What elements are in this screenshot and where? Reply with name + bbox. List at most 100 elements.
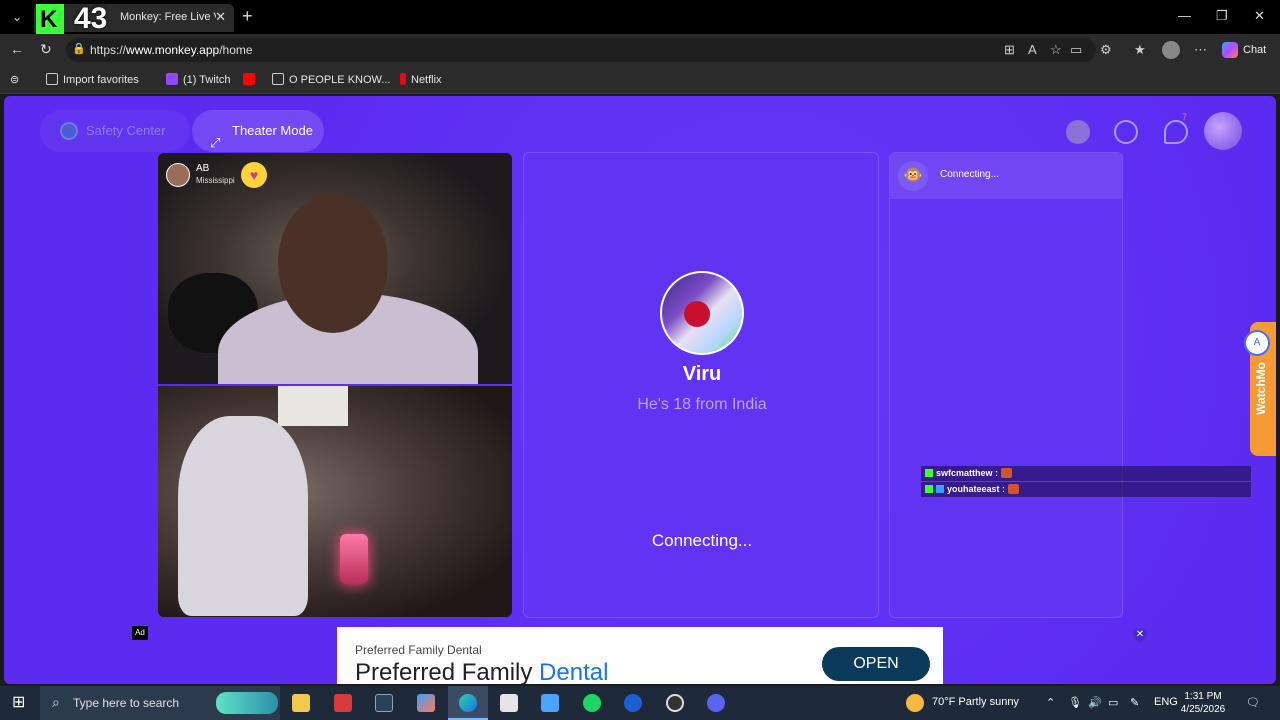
self-video-feed [158, 386, 512, 617]
notifications-icon[interactable]: 🗨 [1246, 696, 1260, 709]
weather-text[interactable]: 70°F Partly sunny [932, 696, 1019, 708]
favorite-youtube[interactable] [243, 73, 260, 86]
file-explorer-icon[interactable] [292, 694, 310, 712]
weather-icon[interactable] [906, 694, 924, 712]
speaker-icon[interactable]: 🔊 [1088, 696, 1102, 709]
steam-icon[interactable] [375, 694, 393, 712]
match-subtitle: He's 18 from India [637, 396, 767, 413]
network-icon[interactable]: ▭ [1108, 696, 1118, 709]
avatar [166, 163, 190, 187]
favorite-import[interactable]: Import favorites [46, 73, 139, 86]
safety-center-button[interactable]: Safety Center [40, 110, 190, 152]
window-light [278, 386, 348, 426]
ad-headline: Preferred Family Dental [355, 659, 609, 684]
video-face [278, 193, 388, 333]
edge-icon[interactable] [459, 694, 477, 712]
browser-tab[interactable]: Monkey: Free Live Video Chat ✕ [34, 4, 234, 32]
ad-label: Ad [132, 626, 148, 640]
translate-icon[interactable]: A [1244, 330, 1270, 356]
monkey-icon: 🐵 [898, 161, 928, 191]
ad-advertiser: Preferred Family Dental [355, 643, 482, 657]
date: 4/25/2026 [1180, 704, 1226, 715]
discord-icon[interactable] [707, 694, 725, 712]
overlay-chat-line: youhateeast : [921, 482, 1251, 497]
address-bar: ← ↻ 🔒 https://www.monkey.app/home ⊞ A ☆ … [0, 34, 1280, 66]
heart-icon[interactable]: ♥ [241, 162, 267, 188]
favorite-people-know[interactable]: O PEOPLE KNOW... [272, 73, 390, 86]
close-tab-icon[interactable]: ✕ [215, 9, 226, 25]
sub-badge-icon [936, 485, 944, 493]
kick-badge-icon [925, 469, 933, 477]
refresh-icon[interactable]: ↻ [40, 41, 52, 58]
pen-icon[interactable]: ✎ [1130, 696, 1139, 709]
close-window-icon[interactable]: ✕ [1254, 8, 1265, 24]
watchmo-widget[interactable]: A WatchMo [1244, 322, 1276, 456]
close-ad-icon[interactable]: ✕ [1133, 628, 1147, 642]
kick-logo-icon: K [36, 4, 64, 34]
lamp-light [340, 534, 368, 584]
url-field[interactable]: 🔒 https://www.monkey.app/home [66, 38, 1096, 62]
back-icon[interactable]: ← [10, 41, 24, 57]
copilot-taskbar-icon[interactable] [417, 694, 435, 712]
spotify-icon[interactable] [583, 694, 601, 712]
video-figure [178, 416, 308, 616]
language-indicator[interactable]: ENG [1154, 696, 1178, 708]
chat-status: Connecting... [940, 169, 999, 180]
remote-video-feed: AB Mississippi ♥ [158, 153, 512, 384]
favorite-twitch[interactable]: (1) Twitch [166, 73, 230, 86]
taskbar-search[interactable]: ⌕ Type here to search [40, 686, 280, 720]
wps-icon[interactable] [334, 694, 352, 712]
more-icon[interactable]: ⋯ [1194, 42, 1207, 58]
new-tab-icon[interactable]: + [242, 6, 253, 27]
notification-count: 7 [1182, 112, 1188, 122]
emote-icon [1008, 484, 1020, 494]
user-name: AB [196, 163, 210, 174]
copilot-icon [1222, 42, 1238, 59]
ea-icon[interactable] [624, 694, 642, 712]
favorite-star-icon[interactable]: ☆ [1050, 42, 1062, 58]
video-icon[interactable]: ▭ [1070, 42, 1082, 58]
show-hidden-icons-icon[interactable]: ⌃ [1046, 696, 1055, 709]
minimize-icon[interactable]: — [1178, 8, 1191, 23]
match-name: Viru [682, 363, 722, 385]
time: 1:31 PM [1184, 691, 1222, 702]
theater-mode-button[interactable]: ⤢ Theater Mode [192, 110, 324, 152]
maximize-icon[interactable]: ❐ [1216, 8, 1228, 24]
ad-open-button[interactable]: OPEN [822, 647, 930, 681]
split-screen-icon[interactable]: ⊞ [1004, 42, 1015, 58]
user-location: Mississippi [196, 176, 235, 185]
profile-icon[interactable] [1162, 41, 1180, 59]
chat-panel: 🐵 Connecting... [889, 152, 1123, 618]
messages-icon[interactable] [1164, 120, 1188, 144]
favorites-icon[interactable]: ★ [1134, 42, 1146, 58]
match-avatar [660, 271, 744, 355]
friend-avatar-icon[interactable] [1066, 120, 1090, 144]
overlay-viewer-count: 43 [74, 2, 108, 35]
widget-label: WatchMo [1254, 362, 1268, 415]
search-highlight-image [216, 692, 278, 714]
shield-icon [60, 122, 78, 140]
monkey-page: Safety Center ⤢ Theater Mode 7 AB Missis… [4, 96, 1276, 684]
reading-list-icon[interactable]: ⊜ [10, 73, 19, 86]
taskbar: ⊞ ⌕ Type here to search 70°F Partly sunn… [0, 686, 1280, 720]
favorites-bar: ⊜ Import favorites (1) Twitch O PEOPLE K… [0, 66, 1280, 94]
store-icon[interactable] [500, 694, 518, 712]
user-tag[interactable]: AB Mississippi [166, 161, 240, 189]
windows-start-icon[interactable]: ⊞ [12, 692, 30, 711]
obs-icon[interactable] [666, 694, 684, 712]
url-text: https://www.monkey.app/home [90, 43, 253, 57]
copilot-chat-button[interactable]: Chat [1222, 40, 1274, 60]
search-placeholder: Type here to search [73, 696, 180, 710]
history-clock-icon[interactable] [1114, 120, 1138, 144]
tab-actions-icon[interactable]: ⌄ [6, 7, 28, 27]
read-aloud-icon[interactable]: A [1028, 42, 1037, 57]
user-avatar[interactable] [1204, 112, 1242, 150]
favorite-netflix[interactable]: Netflix [400, 73, 442, 86]
ad-banner[interactable]: Preferred Family Dental Preferred Family… [337, 627, 943, 684]
microphone-icon[interactable]: 🎙 [1068, 696, 1082, 709]
clock[interactable]: 1:31 PM 4/25/2026 [1180, 690, 1226, 716]
app-icon[interactable] [541, 694, 559, 712]
match-panel: Viru He's 18 from India Connecting... [523, 152, 879, 618]
extensions-icon[interactable]: ⚙ [1100, 42, 1112, 58]
search-icon: ⌕ [52, 694, 60, 710]
